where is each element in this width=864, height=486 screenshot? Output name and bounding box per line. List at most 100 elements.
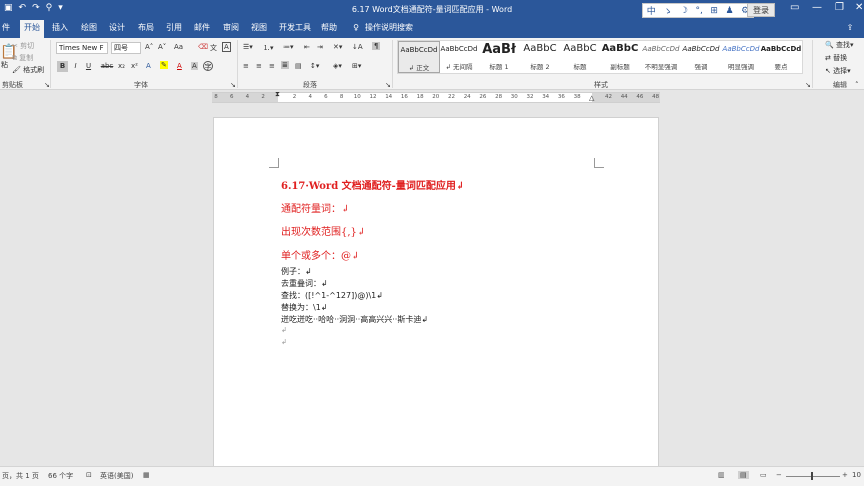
paragraph-mark[interactable]: ↲ bbox=[281, 326, 287, 334]
highlight-icon[interactable]: ✎ bbox=[160, 61, 168, 69]
restore-icon[interactable]: ❐ bbox=[835, 2, 844, 13]
dialog-launcher-icon[interactable]: ↘ bbox=[230, 81, 236, 89]
font-size-dropdown[interactable]: 四号 bbox=[111, 42, 141, 54]
show-marks-icon[interactable]: ¶ bbox=[372, 42, 381, 50]
style-intense-emphasis[interactable]: AaBbCcDd 明显强调 bbox=[720, 41, 762, 73]
line-spacing-icon[interactable]: ↕▾ bbox=[310, 62, 319, 70]
document-line[interactable]: 例子：↲ bbox=[281, 266, 312, 277]
clear-format-icon[interactable]: ⌫ bbox=[198, 43, 208, 51]
style-no-spacing[interactable]: AaBbCcDd ↲ 无间隔 bbox=[438, 41, 480, 73]
style-emphasis[interactable]: AaBbCcDd 强调 bbox=[680, 41, 722, 73]
print-layout-icon[interactable]: ▤ bbox=[738, 471, 749, 479]
find-button[interactable]: 🔍 查找▾ bbox=[825, 40, 853, 50]
style-normal[interactable]: AaBbCcDd ↲ 正文 bbox=[398, 41, 440, 73]
distributed-icon[interactable]: ▤ bbox=[295, 62, 302, 70]
replace-button[interactable]: ⇄ 替换 bbox=[825, 53, 847, 63]
format-painter-button[interactable]: 🖌 格式刷 bbox=[12, 65, 44, 75]
document-line[interactable]: 替换为：\1↲ bbox=[281, 302, 328, 313]
page-count[interactable]: 页，共 1 页 bbox=[2, 471, 39, 481]
multilevel-list-icon[interactable]: ≔▾ bbox=[283, 43, 294, 51]
style-subtitle[interactable]: AaBbC 副标题 bbox=[599, 41, 641, 73]
italic-button[interactable]: I bbox=[70, 61, 81, 72]
bold-button[interactable]: B bbox=[57, 61, 68, 72]
increase-indent-icon[interactable]: ⇥ bbox=[317, 43, 323, 51]
login-button[interactable]: 登录 bbox=[747, 3, 775, 17]
style-subtle-emphasis[interactable]: AaBbCcDd 不明显强调 bbox=[640, 41, 682, 73]
shrink-font-button[interactable]: A˅ bbox=[158, 43, 166, 51]
text-effects-icon[interactable]: A bbox=[146, 62, 151, 70]
copy-button[interactable]: ⧉ 复制 bbox=[12, 53, 33, 63]
document-subheading[interactable]: 通配符量词：↲ bbox=[281, 200, 349, 215]
paragraph-mark[interactable]: ↲ bbox=[281, 338, 287, 346]
zoom-in-icon[interactable]: + bbox=[842, 471, 848, 479]
style-title[interactable]: AaBbC 标题 bbox=[559, 41, 601, 73]
document-line[interactable]: 查找：([!^1-^127])@)\1↲ bbox=[281, 290, 383, 301]
grow-font-button[interactable]: A˄ bbox=[145, 43, 153, 51]
align-left-icon[interactable]: ≡ bbox=[243, 62, 249, 70]
phonetic-guide-icon[interactable]: 文 bbox=[210, 43, 217, 53]
word-count[interactable]: 66 个字 bbox=[48, 471, 73, 481]
tab-developer[interactable]: 开发工具 bbox=[278, 20, 312, 38]
select-button[interactable]: ↖ 选择▾ bbox=[825, 66, 851, 76]
language[interactable]: 英语(美国) bbox=[100, 471, 133, 481]
close-icon[interactable]: ✕ bbox=[855, 2, 863, 13]
tab-references[interactable]: 引用 bbox=[163, 20, 185, 38]
char-border-icon[interactable]: A bbox=[222, 42, 231, 52]
shading-icon[interactable]: ◈▾ bbox=[333, 62, 342, 70]
numbering-icon[interactable]: ⒈▾ bbox=[263, 43, 274, 53]
share-icon[interactable]: ⇪ bbox=[842, 20, 858, 38]
paste-label[interactable]: 粘 bbox=[1, 60, 8, 70]
ime-user-icon[interactable]: ♟ bbox=[725, 6, 733, 16]
font-color-icon[interactable]: A bbox=[177, 62, 182, 70]
ime-symbol-icon[interactable]: °, bbox=[695, 6, 702, 16]
style-heading-1[interactable]: AaBł 标题 1 bbox=[478, 41, 520, 73]
document-heading[interactable]: 6.17·Word 文档通配符-量词匹配应用↲ bbox=[281, 177, 464, 192]
tab-help[interactable]: 帮助 bbox=[318, 20, 340, 38]
right-indent-marker-icon[interactable]: △ bbox=[589, 94, 594, 102]
proofing-icon[interactable]: ⊡ bbox=[86, 471, 92, 479]
collapse-ribbon-icon[interactable]: ˄ bbox=[855, 81, 859, 89]
style-strong[interactable]: AaBbCcDd 要点 bbox=[760, 41, 802, 73]
underline-button[interactable]: U bbox=[83, 61, 94, 72]
subscript-button[interactable]: x₂ bbox=[116, 61, 127, 72]
zoom-out-icon[interactable]: − bbox=[776, 471, 782, 479]
dialog-launcher-icon[interactable]: ↘ bbox=[44, 81, 50, 89]
dialog-launcher-icon[interactable]: ↘ bbox=[385, 81, 391, 89]
document-subheading[interactable]: 出现次数范围{,}↲ bbox=[281, 223, 365, 238]
tab-draw[interactable]: 绘图 bbox=[78, 20, 100, 38]
document-line[interactable]: 去重叠词：↲ bbox=[281, 278, 328, 289]
sort-icon[interactable]: ↓A bbox=[352, 43, 363, 51]
justify-icon[interactable]: ≣ bbox=[281, 61, 289, 69]
tab-home[interactable]: 开始 bbox=[20, 20, 44, 38]
read-mode-icon[interactable]: ▥ bbox=[718, 471, 725, 479]
zoom-slider-thumb[interactable] bbox=[811, 472, 813, 480]
ribbon-display-icon[interactable]: ▭ bbox=[790, 2, 799, 13]
document-page[interactable]: 6.17·Word 文档通配符-量词匹配应用↲ 通配符量词：↲ 出现次数范围{,… bbox=[213, 117, 659, 469]
enclose-char-icon[interactable]: 字 bbox=[203, 61, 213, 71]
superscript-button[interactable]: x² bbox=[129, 61, 140, 72]
tab-view[interactable]: 视图 bbox=[248, 20, 270, 38]
char-shading-icon[interactable]: A bbox=[191, 62, 198, 70]
tab-layout[interactable]: 布局 bbox=[135, 20, 157, 38]
tab-insert[interactable]: 插入 bbox=[49, 20, 71, 38]
tell-me-search[interactable]: 操作说明搜索 bbox=[364, 20, 414, 38]
borders-icon[interactable]: ⊞▾ bbox=[352, 62, 361, 70]
tab-mailings[interactable]: 邮件 bbox=[191, 20, 213, 38]
document-line[interactable]: 迸吃迸吃··哈哈··洞洞··高高兴兴··斯卡迪↲ bbox=[281, 314, 428, 325]
minimize-icon[interactable]: — bbox=[812, 2, 822, 13]
align-center-icon[interactable]: ≡ bbox=[256, 62, 262, 70]
bullets-icon[interactable]: ☰▾ bbox=[243, 43, 253, 51]
document-subheading[interactable]: 单个或多个：@↲ bbox=[281, 247, 359, 262]
macro-record-icon[interactable]: ▦ bbox=[143, 471, 150, 479]
ime-punctuation-icon[interactable]: ゝ bbox=[663, 4, 672, 17]
ime-keyboard-icon[interactable]: ⊞ bbox=[710, 6, 718, 16]
chinese-layout-icon[interactable]: ✕▾ bbox=[333, 43, 342, 51]
web-layout-icon[interactable]: ▭ bbox=[760, 471, 767, 479]
change-case-button[interactable]: Aa bbox=[174, 43, 183, 51]
indent-marker-icon[interactable]: ⧗ bbox=[275, 90, 280, 99]
ime-moon-icon[interactable]: ☽ bbox=[680, 6, 688, 16]
zoom-level[interactable]: 10 bbox=[852, 471, 861, 479]
style-heading-2[interactable]: AaBbC 标题 2 bbox=[519, 41, 561, 73]
decrease-indent-icon[interactable]: ⇤ bbox=[304, 43, 310, 51]
tab-review[interactable]: 审阅 bbox=[220, 20, 242, 38]
